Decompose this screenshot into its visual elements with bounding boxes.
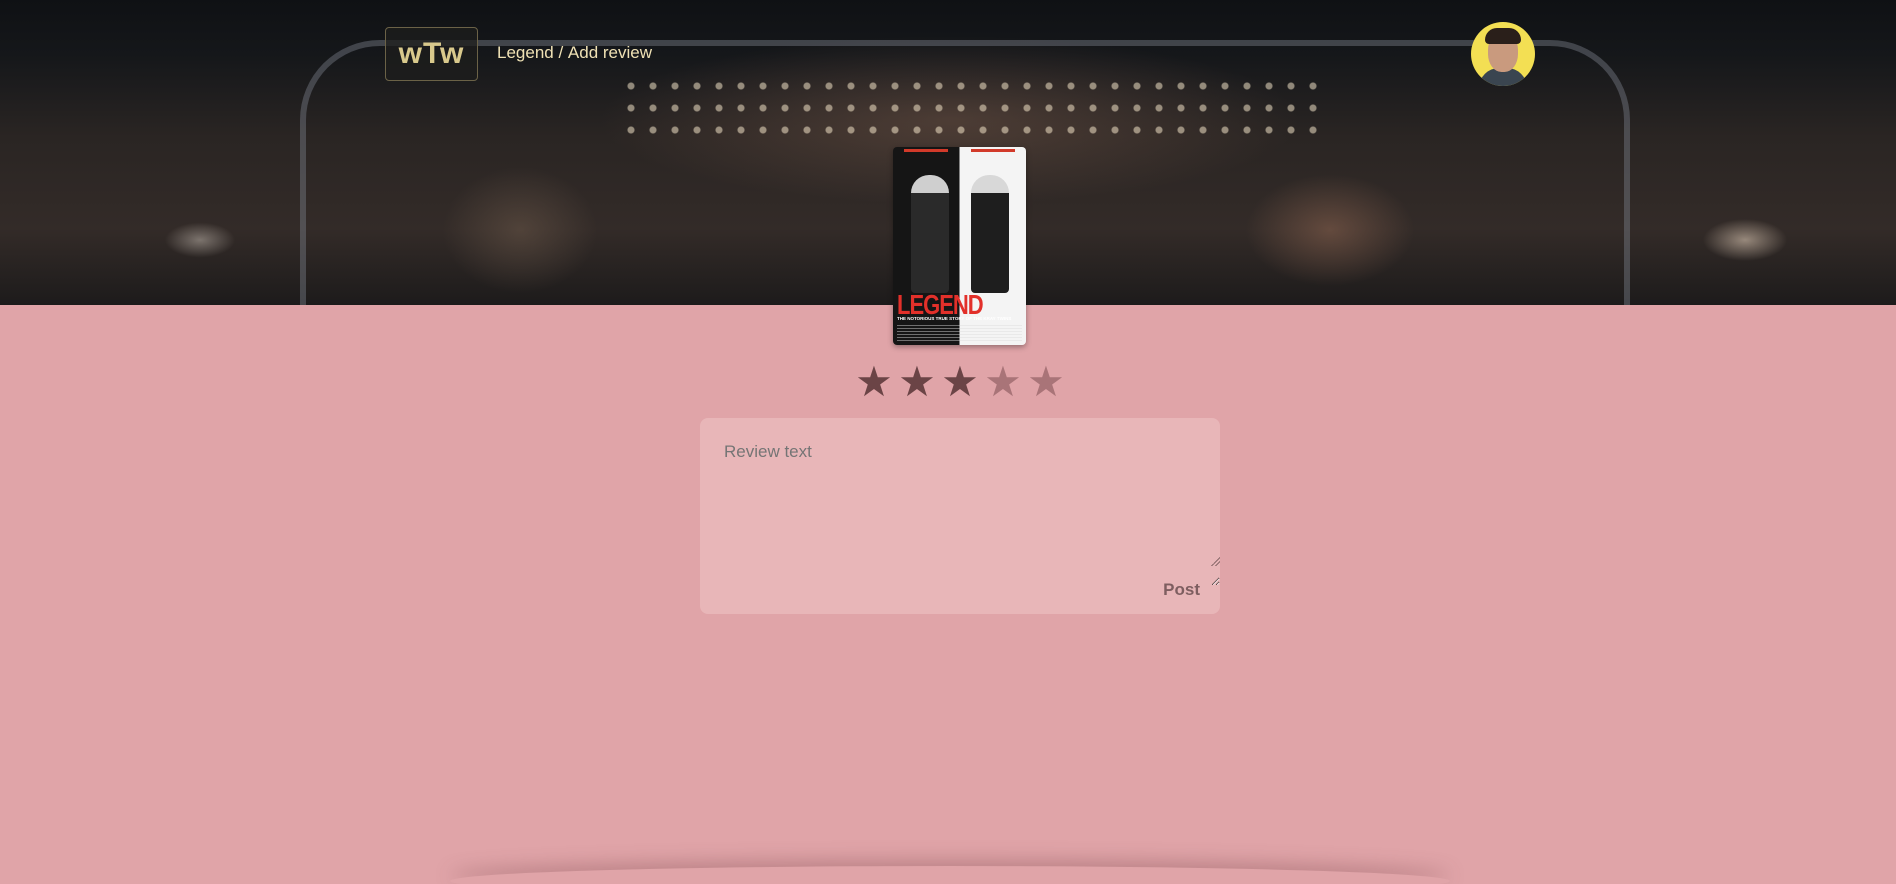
poster-tagline: THE NOTORIOUS TRUE STORY OF THE KRAY TWI… <box>897 316 1012 321</box>
movie-poster: LEGEND THE NOTORIOUS TRUE STORY OF THE K… <box>893 147 1026 345</box>
breadcrumb-separator: / <box>553 43 568 62</box>
footer-shadow <box>450 866 1450 884</box>
textarea-resize-handle[interactable] <box>1210 556 1220 566</box>
breadcrumb-current-page: Add review <box>567 43 653 62</box>
poster-billing-block <box>897 325 1022 341</box>
review-text-input[interactable] <box>724 442 1220 586</box>
user-avatar[interactable] <box>1471 22 1535 86</box>
poster-figure-right <box>971 175 1009 293</box>
logo-text: wTw <box>398 37 465 70</box>
backdrop-lights <box>620 75 1320 145</box>
star-icon[interactable]: ★ <box>984 361 1022 403</box>
star-rating: ★ ★ ★ ★ ★ <box>855 361 1065 406</box>
breadcrumb-movie-link[interactable]: Legend <box>497 43 554 63</box>
post-button[interactable]: Post <box>1163 580 1200 600</box>
star-icon[interactable]: ★ <box>941 361 979 403</box>
poster-figure-left <box>911 175 949 293</box>
star-icon[interactable]: ★ <box>1027 361 1065 403</box>
review-form: Post <box>700 418 1220 614</box>
star-icon[interactable]: ★ <box>855 361 893 403</box>
site-logo[interactable]: wTw <box>385 27 478 81</box>
star-icon[interactable]: ★ <box>898 361 936 403</box>
breadcrumb: Legend / Add review <box>497 43 652 63</box>
